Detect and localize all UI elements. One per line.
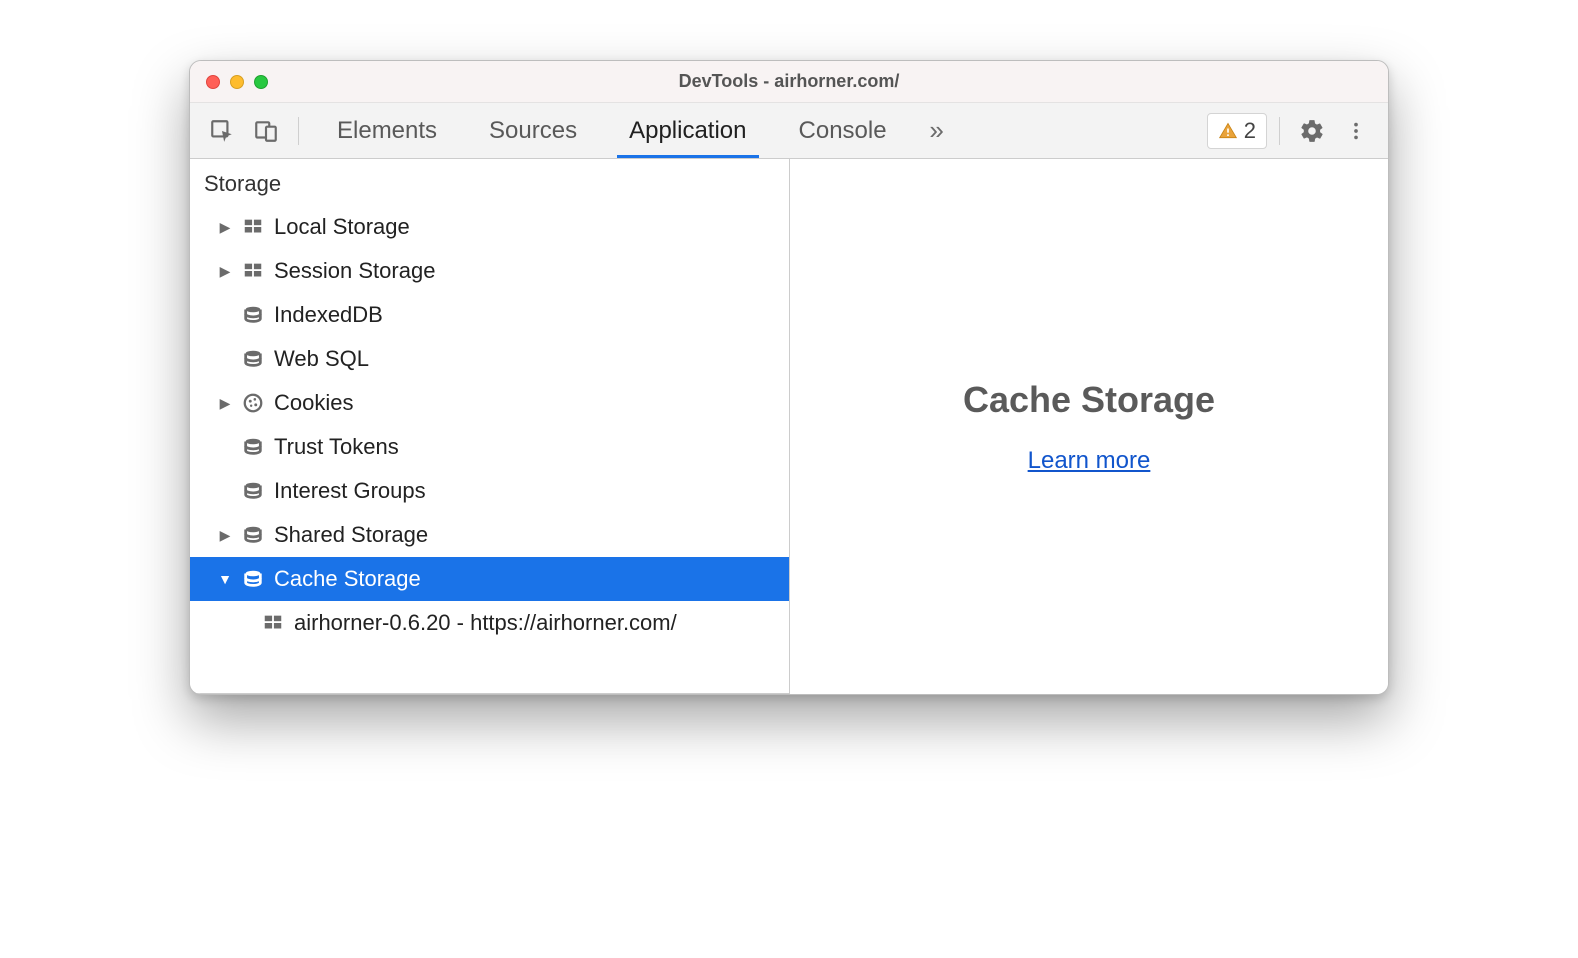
- tab-label: Sources: [489, 117, 577, 145]
- tab-label: Application: [629, 117, 746, 145]
- database-icon: [240, 302, 266, 328]
- cookie-icon: [240, 390, 266, 416]
- chevron-right-icon: ▶: [218, 263, 232, 280]
- tab-elements[interactable]: Elements: [311, 103, 463, 158]
- tree-item-label: Shared Storage: [274, 522, 428, 548]
- tree-item-local-storage[interactable]: ▶ Local Storage: [190, 205, 789, 249]
- chevron-right-icon: ▶: [218, 219, 232, 236]
- application-sidebar: Storage ▶ Local Storage ▶ Session Storag…: [190, 159, 790, 694]
- main-split: Storage ▶ Local Storage ▶ Session Storag…: [190, 159, 1388, 694]
- tree-item-cache-entry[interactable]: airhorner-0.6.20 - https://airhorner.com…: [190, 601, 789, 645]
- tree-item-label: Cookies: [274, 390, 353, 416]
- tree-item-indexeddb[interactable]: IndexedDB: [190, 293, 789, 337]
- chevron-right-icon: ▶: [218, 395, 232, 412]
- issues-count: 2: [1244, 118, 1256, 144]
- database-icon: [240, 346, 266, 372]
- grid-icon: [240, 214, 266, 240]
- tree-item-cache-storage[interactable]: ▼ Cache Storage: [190, 557, 789, 601]
- toolbar-separator: [1279, 117, 1280, 145]
- window-minimize-button[interactable]: [230, 75, 244, 89]
- database-icon: [240, 478, 266, 504]
- toolbar-separator: [298, 117, 299, 145]
- tree-item-cookies[interactable]: ▶ Cookies: [190, 381, 789, 425]
- tree-item-label: Session Storage: [274, 258, 435, 284]
- detail-title: Cache Storage: [963, 379, 1215, 421]
- tree-item-websql[interactable]: Web SQL: [190, 337, 789, 381]
- tab-label: Elements: [337, 117, 437, 145]
- tree-item-label: Local Storage: [274, 214, 410, 240]
- tree-item-label: Interest Groups: [274, 478, 426, 504]
- titlebar: DevTools - airhorner.com/: [190, 61, 1388, 103]
- chevron-right-icon: ▶: [218, 527, 232, 544]
- section-title-storage: Storage: [190, 159, 789, 205]
- tree-item-interest-groups[interactable]: Interest Groups: [190, 469, 789, 513]
- grid-icon: [260, 610, 286, 636]
- tree-item-shared-storage[interactable]: ▶ Shared Storage: [190, 513, 789, 557]
- window-zoom-button[interactable]: [254, 75, 268, 89]
- tree-item-label: Cache Storage: [274, 566, 421, 592]
- tab-label: Console: [799, 117, 887, 145]
- detail-pane: Cache Storage Learn more: [790, 159, 1388, 694]
- tab-sources[interactable]: Sources: [463, 103, 603, 158]
- database-icon: [240, 566, 266, 592]
- tree-item-session-storage[interactable]: ▶ Session Storage: [190, 249, 789, 293]
- inspect-element-icon[interactable]: [202, 111, 242, 151]
- storage-tree: ▶ Local Storage ▶ Session Storage: [190, 205, 789, 694]
- warning-icon: [1218, 121, 1238, 141]
- learn-more-link[interactable]: Learn more: [1028, 447, 1151, 475]
- issues-badge[interactable]: 2: [1207, 113, 1267, 149]
- tree-item-trust-tokens[interactable]: Trust Tokens: [190, 425, 789, 469]
- window-title: DevTools - airhorner.com/: [190, 71, 1388, 92]
- devtools-window: DevTools - airhorner.com/ Elements Sourc…: [189, 60, 1389, 695]
- panel-tabs: Elements Sources Application Console: [311, 103, 913, 158]
- tab-application[interactable]: Application: [603, 103, 772, 158]
- grid-icon: [240, 258, 266, 284]
- settings-icon[interactable]: [1292, 111, 1332, 151]
- traffic-lights: [190, 75, 268, 89]
- tab-console[interactable]: Console: [773, 103, 913, 158]
- device-toolbar-icon[interactable]: [246, 111, 286, 151]
- kebab-menu-icon[interactable]: [1336, 111, 1376, 151]
- tree-item-label: IndexedDB: [274, 302, 383, 328]
- database-icon: [240, 434, 266, 460]
- tree-item-label: Web SQL: [274, 346, 369, 372]
- database-icon: [240, 522, 266, 548]
- tree-item-label: Trust Tokens: [274, 434, 399, 460]
- chevron-down-icon: ▼: [218, 571, 232, 587]
- devtools-toolbar: Elements Sources Application Console » 2: [190, 103, 1388, 159]
- more-tabs-icon[interactable]: »: [917, 111, 957, 151]
- tree-item-label: airhorner-0.6.20 - https://airhorner.com…: [294, 610, 677, 636]
- window-close-button[interactable]: [206, 75, 220, 89]
